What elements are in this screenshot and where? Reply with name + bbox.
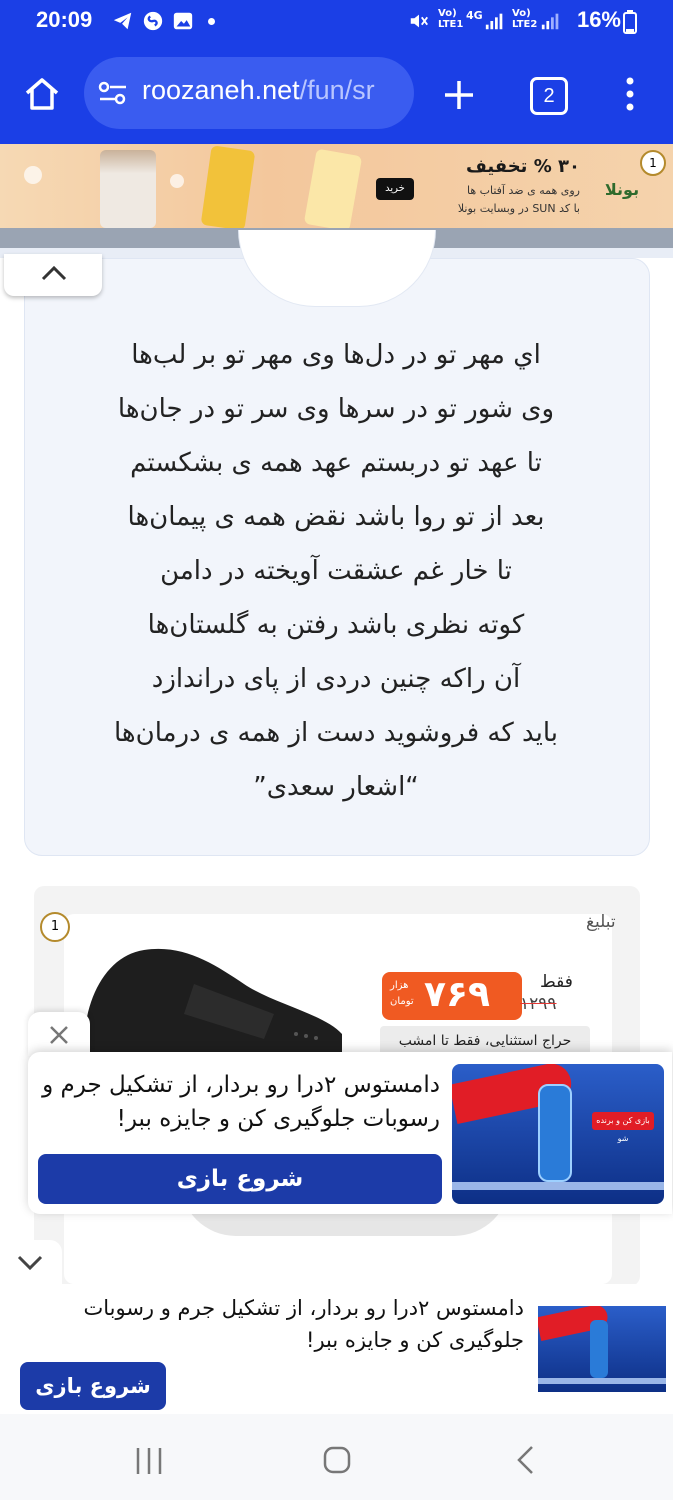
chevron-down-icon <box>17 1255 43 1271</box>
battery-percent: 16% <box>576 7 621 32</box>
gallery-icon <box>173 12 193 30</box>
ad-line-2: با کد SUN در وبسایت بونلا <box>457 202 580 215</box>
ad-headline: ۳۰ % تخفیف <box>465 156 580 177</box>
address-bar[interactable]: roozaneh.net/fun/sr <box>84 57 414 129</box>
sim1-label: Vo) LTE1 <box>438 8 464 30</box>
network-type: 4G <box>466 9 483 22</box>
collapse-ad-button[interactable] <box>4 254 102 296</box>
status-time: 20:09 <box>36 7 93 32</box>
menu-icon[interactable] <box>620 76 640 112</box>
popup-ad-text: دامستوس ۲درا رو بردار، از تشکیل جرم و رس… <box>42 1072 440 1132</box>
product-tube-2 <box>200 145 256 228</box>
mute-icon <box>410 14 428 28</box>
signal-1-icon <box>485 13 503 30</box>
ad-image-bottle <box>590 1320 608 1378</box>
back-icon[interactable] <box>512 1444 540 1476</box>
poem-line: باید که فروشوید دست از همه ی درمان‌ها <box>113 718 559 748</box>
poem-line: آن راکه چنین دردی از پای دراندازد <box>151 664 521 694</box>
sim2-label: Vo) LTE2 <box>512 8 538 30</box>
browser-toolbar: roozaneh.net/fun/sr 2 <box>0 44 673 144</box>
home-nav-icon[interactable] <box>322 1445 352 1475</box>
url-host: roozaneh.net <box>142 75 300 105</box>
more-notifications-dot <box>208 18 215 25</box>
poem-line: تا خار غم عشقت آویخته در دامن <box>160 556 512 586</box>
ad-image-conveyor <box>452 1182 664 1190</box>
popup-start-button[interactable]: شروع بازی <box>38 1154 442 1204</box>
decor-dot <box>24 166 42 184</box>
ad-badge[interactable]: 1 <box>40 912 70 942</box>
buy-button[interactable]: خرید <box>376 178 414 200</box>
poem-attribution: “اشعار سعدی” <box>253 772 419 802</box>
popup-ad-image[interactable]: بازی کن و برنده شو <box>452 1064 664 1204</box>
status-bar: 20:09 Vo) LTE1 4G Vo) LTE2 16% <box>0 0 673 44</box>
bottom-start-button[interactable]: شروع بازی <box>20 1362 166 1410</box>
old-price: ۱۲۹۹ <box>520 994 557 1014</box>
battery-icon <box>623 10 637 34</box>
bottom-ad-image[interactable] <box>538 1306 666 1392</box>
shoe-image <box>83 948 342 1054</box>
decor-dot <box>170 174 184 188</box>
ad-image-caption: بازی کن و برنده شو <box>592 1112 654 1143</box>
chevron-up-icon <box>41 265 67 281</box>
top-ad-banner[interactable]: خرید ۳۰ % تخفیف روی همه ی ضد آفتاب ها با… <box>0 144 673 228</box>
price-unit-bottom: تومان <box>390 996 414 1007</box>
product-tube-3 <box>303 148 363 228</box>
home-icon[interactable] <box>22 74 62 114</box>
ad-image-conveyor <box>538 1378 666 1384</box>
ad-brand-logo: بونلا <box>604 180 640 199</box>
close-icon <box>50 1026 68 1044</box>
new-tab-icon[interactable] <box>442 78 476 112</box>
product-bottle-1 <box>100 150 156 228</box>
url-text[interactable]: roozaneh.net/fun/sr <box>142 75 404 106</box>
poem-line: بعد از تو روا باشد نقض همه ی پیمان‌ها <box>127 502 545 532</box>
poem-line: اي مهر تو در دل‌ها وی مهر تو بر لب‌ها <box>131 340 541 370</box>
telegram-icon <box>113 12 132 30</box>
bottom-ad-toggle[interactable] <box>0 1240 62 1284</box>
ad-label: تبلیغ <box>586 912 616 932</box>
poem-line: تا عهد تو دربستم عهد همه ی بشکستم <box>130 448 542 478</box>
url-path: /fun/sr <box>299 75 375 105</box>
tab-switcher-button[interactable]: 2 <box>530 77 568 115</box>
poem-line: کوته نظری باشد رفتن به گلستان‌ها <box>147 610 525 640</box>
bottom-ad-text: دامستوس ۲درا رو بردار، از تشکیل جرم و رس… <box>83 1296 524 1352</box>
site-settings-icon[interactable] <box>98 80 128 106</box>
price-value: ۷۶۹ <box>424 974 490 1015</box>
popup-close-button[interactable] <box>28 1012 90 1056</box>
app-notification-icon <box>143 11 163 31</box>
price-prefix: فقط <box>540 972 573 992</box>
signal-2-icon <box>541 13 559 30</box>
ad-badge[interactable]: 1 <box>640 150 666 176</box>
price-unit-top: هزار <box>390 980 409 991</box>
ad-image-bottle <box>538 1084 572 1182</box>
ad-line-1: روی همه ی ضد آفتاب ها <box>467 184 580 197</box>
recents-icon[interactable] <box>134 1446 164 1476</box>
poem-line: وی شور تو در سرها وی سر تو در جان‌ها <box>117 394 555 424</box>
system-nav-bar <box>0 1414 673 1500</box>
